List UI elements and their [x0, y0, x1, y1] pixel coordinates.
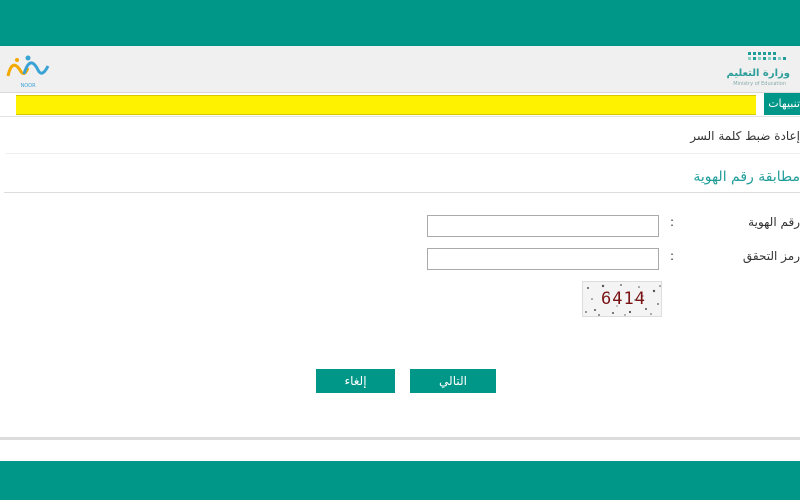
notice-strip: تنبيهات — [0, 93, 800, 115]
moe-name-ar: وزارة التعليم — [726, 68, 790, 79]
id-number-input[interactable] — [427, 215, 659, 237]
captcha-label: رمز التحقق — [742, 249, 800, 263]
section-title: مطابقة رقم الهوية — [693, 169, 800, 185]
next-button[interactable]: التالي — [410, 369, 496, 393]
notice-tab-label: تنبيهات — [768, 97, 800, 110]
captcha-code: 6414 — [601, 289, 646, 309]
divider — [4, 192, 800, 193]
id-number-colon: : — [670, 215, 675, 229]
breadcrumb: إعادة ضبط كلمة السر — [690, 129, 800, 143]
noor-logo[interactable]: NOOR — [2, 48, 54, 90]
noor-logo-text: NOOR — [20, 83, 36, 89]
header: NOOR وزارة التعليم Ministry of Education — [0, 46, 800, 93]
cancel-button[interactable]: إلغاء — [316, 369, 395, 393]
notice-bar — [16, 95, 756, 115]
notice-tab[interactable]: تنبيهات — [764, 93, 800, 115]
divider — [6, 153, 800, 154]
main-panel: إعادة ضبط كلمة السر مطابقة رقم الهوية رق… — [0, 116, 800, 439]
captcha-input[interactable] — [427, 248, 659, 270]
captcha-image: 6414 — [582, 281, 662, 317]
panel-bottom-border — [0, 437, 800, 440]
id-number-label: رقم الهوية — [748, 215, 800, 229]
moe-name-en: Ministry of Education — [733, 81, 786, 87]
moe-dots-icon — [748, 52, 786, 60]
top-bar — [0, 0, 800, 46]
footer — [0, 461, 800, 500]
captcha-colon: : — [670, 249, 675, 263]
noor-logo-icon: NOOR — [6, 55, 50, 89]
moe-logo: وزارة التعليم Ministry of Education — [720, 48, 800, 90]
